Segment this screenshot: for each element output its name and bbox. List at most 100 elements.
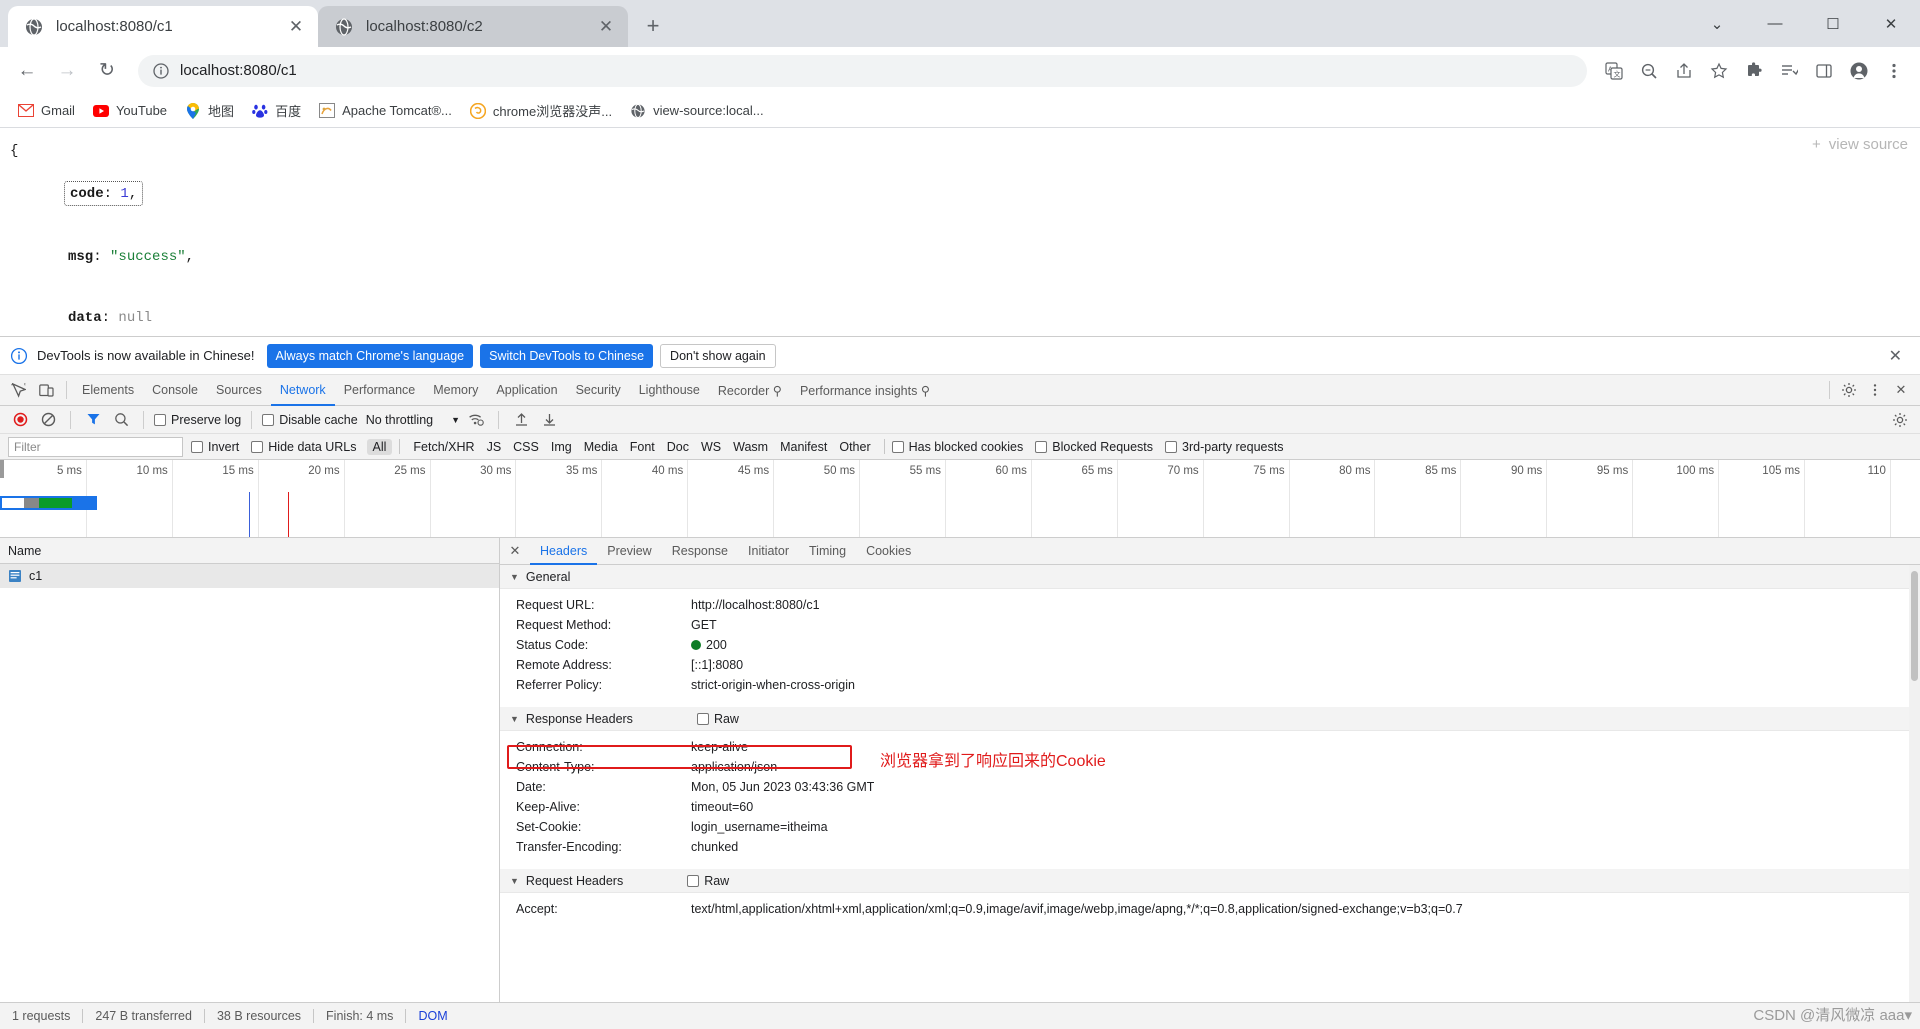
tab-network[interactable]: Network <box>271 375 335 406</box>
devtools-close-icon[interactable]: ✕ <box>1888 377 1914 403</box>
has-blocked-cookies-checkbox[interactable]: Has blocked cookies <box>891 440 1023 454</box>
search-icon[interactable] <box>109 409 133 431</box>
filter-type-js[interactable]: JS <box>481 439 508 455</box>
menu-icon[interactable] <box>1878 55 1910 87</box>
filter-type-ws[interactable]: WS <box>695 439 727 455</box>
import-har-icon[interactable] <box>509 409 533 431</box>
maximize-button[interactable]: ☐ <box>1804 0 1862 47</box>
tab-elements[interactable]: Elements <box>73 375 143 406</box>
forward-icon[interactable]: → <box>50 54 84 88</box>
tab-lighthouse[interactable]: Lighthouse <box>630 375 709 406</box>
tab-sources[interactable]: Sources <box>207 375 271 406</box>
details-tab-preview[interactable]: Preview <box>597 538 661 565</box>
view-source-link[interactable]: + view source <box>1812 136 1908 153</box>
minimize-button[interactable]: — <box>1746 0 1804 47</box>
filter-type-img[interactable]: Img <box>545 439 578 455</box>
header-row-date: Date: Mon, 05 Jun 2023 03:43:36 GMT <box>500 777 1920 797</box>
status-transferred: 247 B transferred <box>95 1009 192 1023</box>
bookmark-baidu[interactable]: 百度 <box>244 98 309 124</box>
network-conditions-icon[interactable] <box>464 409 488 431</box>
tab-performance[interactable]: Performance <box>335 375 425 406</box>
hide-data-urls-checkbox[interactable]: Hide data URLs <box>251 440 357 454</box>
profile-icon[interactable] <box>1843 55 1875 87</box>
scrollbar-thumb[interactable] <box>1911 571 1918 681</box>
filter-type-fetch-xhr[interactable]: Fetch/XHR <box>407 439 480 455</box>
share-icon[interactable] <box>1668 55 1700 87</box>
device-toolbar-icon[interactable] <box>32 377 60 403</box>
back-icon[interactable]: ← <box>10 54 44 88</box>
section-response-headers-header[interactable]: ▼ Response Headers Raw <box>500 707 1920 731</box>
filter-type-media[interactable]: Media <box>578 439 624 455</box>
details-scrollbar[interactable] <box>1909 565 1920 1002</box>
always-match-language-button[interactable]: Always match Chrome's language <box>266 343 474 368</box>
details-tab-timing[interactable]: Timing <box>799 538 856 565</box>
status-resources: 38 B resources <box>216 1009 302 1023</box>
clear-icon[interactable] <box>36 409 60 431</box>
bookmark-chrome-note[interactable]: chrome浏览器没声... <box>462 98 620 124</box>
close-icon[interactable]: ✕ <box>286 17 306 37</box>
bookmark-tomcat[interactable]: Apache Tomcat®... <box>311 98 460 124</box>
reading-list-icon[interactable] <box>1773 55 1805 87</box>
third-party-requests-checkbox[interactable]: 3rd-party requests <box>1165 440 1283 454</box>
tab-security[interactable]: Security <box>567 375 630 406</box>
side-panel-icon[interactable] <box>1808 55 1840 87</box>
details-tab-response[interactable]: Response <box>662 538 738 565</box>
star-icon[interactable] <box>1703 55 1735 87</box>
filter-type-all[interactable]: All <box>366 438 393 455</box>
bookmark-view-source[interactable]: view-source:local... <box>622 98 772 124</box>
request-raw-checkbox[interactable]: Raw <box>687 874 729 888</box>
settings-gear-icon[interactable] <box>1836 377 1862 403</box>
close-icon[interactable]: ✕ <box>1881 346 1910 366</box>
network-overview-timeline[interactable]: 5 ms 10 ms 15 ms 20 ms 25 ms 30 ms 35 ms 40 ms 4… <box>0 460 1920 538</box>
tab-performance-insights[interactable]: Performance insights ⚲ <box>791 375 939 406</box>
more-options-icon[interactable] <box>1862 377 1888 403</box>
tab-search-chevron-down-icon[interactable]: ⌄ <box>1688 0 1746 47</box>
invert-checkbox[interactable]: Invert <box>191 440 239 454</box>
new-tab-button[interactable]: + <box>636 9 670 43</box>
switch-devtools-language-button[interactable]: Switch DevTools to Chinese <box>480 343 654 368</box>
throttling-select[interactable]: No throttling ▼ <box>366 413 460 427</box>
filter-icon[interactable] <box>81 409 105 431</box>
close-icon[interactable]: ✕ <box>596 17 616 37</box>
section-general-header[interactable]: ▼ General <box>500 565 1920 589</box>
response-raw-checkbox[interactable]: Raw <box>696 712 739 726</box>
request-list-header[interactable]: Name <box>0 538 499 564</box>
export-har-icon[interactable] <box>537 409 561 431</box>
extensions-icon[interactable] <box>1738 55 1770 87</box>
details-tab-initiator[interactable]: Initiator <box>738 538 799 565</box>
details-close-icon[interactable]: ✕ <box>500 543 530 559</box>
reload-icon[interactable]: ↻ <box>90 54 124 88</box>
details-tab-headers[interactable]: Headers <box>530 538 597 565</box>
info-circle-icon[interactable] <box>152 62 170 80</box>
filter-input[interactable]: Filter <box>8 436 183 457</box>
disable-cache-checkbox[interactable]: Disable cache <box>262 413 358 427</box>
bookmark-youtube[interactable]: YouTube <box>85 98 175 124</box>
filter-type-css[interactable]: CSS <box>507 439 545 455</box>
tab-console[interactable]: Console <box>143 375 207 406</box>
tab-recorder[interactable]: Recorder ⚲ <box>709 375 791 406</box>
address-bar[interactable]: localhost:8080/c1 <box>138 54 1587 87</box>
filter-type-wasm[interactable]: Wasm <box>727 439 774 455</box>
tab-application[interactable]: Application <box>487 375 566 406</box>
filter-type-other[interactable]: Other <box>833 439 876 455</box>
request-row-c1[interactable]: c1 <box>0 564 499 588</box>
dont-show-again-button[interactable]: Don't show again <box>660 343 776 368</box>
network-settings-gear-icon[interactable] <box>1888 409 1912 431</box>
window-close-button[interactable]: ✕ <box>1862 0 1920 47</box>
filter-type-doc[interactable]: Doc <box>661 439 695 455</box>
filter-type-manifest[interactable]: Manifest <box>774 439 833 455</box>
bookmark-gmail[interactable]: Gmail <box>10 98 83 124</box>
zoom-icon[interactable] <box>1633 55 1665 87</box>
section-request-headers-header[interactable]: ▼ Request Headers Raw <box>500 869 1920 893</box>
browser-tab-2[interactable]: localhost:8080/c2 ✕ <box>318 6 628 47</box>
record-icon[interactable] <box>8 409 32 431</box>
filter-type-font[interactable]: Font <box>624 439 661 455</box>
tab-memory[interactable]: Memory <box>424 375 487 406</box>
browser-tab-1[interactable]: localhost:8080/c1 ✕ <box>8 6 318 47</box>
bookmark-maps[interactable]: 地图 <box>177 98 242 124</box>
preserve-log-checkbox[interactable]: Preserve log <box>154 413 241 427</box>
inspect-element-icon[interactable] <box>4 377 32 403</box>
blocked-requests-checkbox[interactable]: Blocked Requests <box>1035 440 1153 454</box>
details-tab-cookies[interactable]: Cookies <box>856 538 921 565</box>
translate-icon[interactable]: A文 <box>1598 55 1630 87</box>
